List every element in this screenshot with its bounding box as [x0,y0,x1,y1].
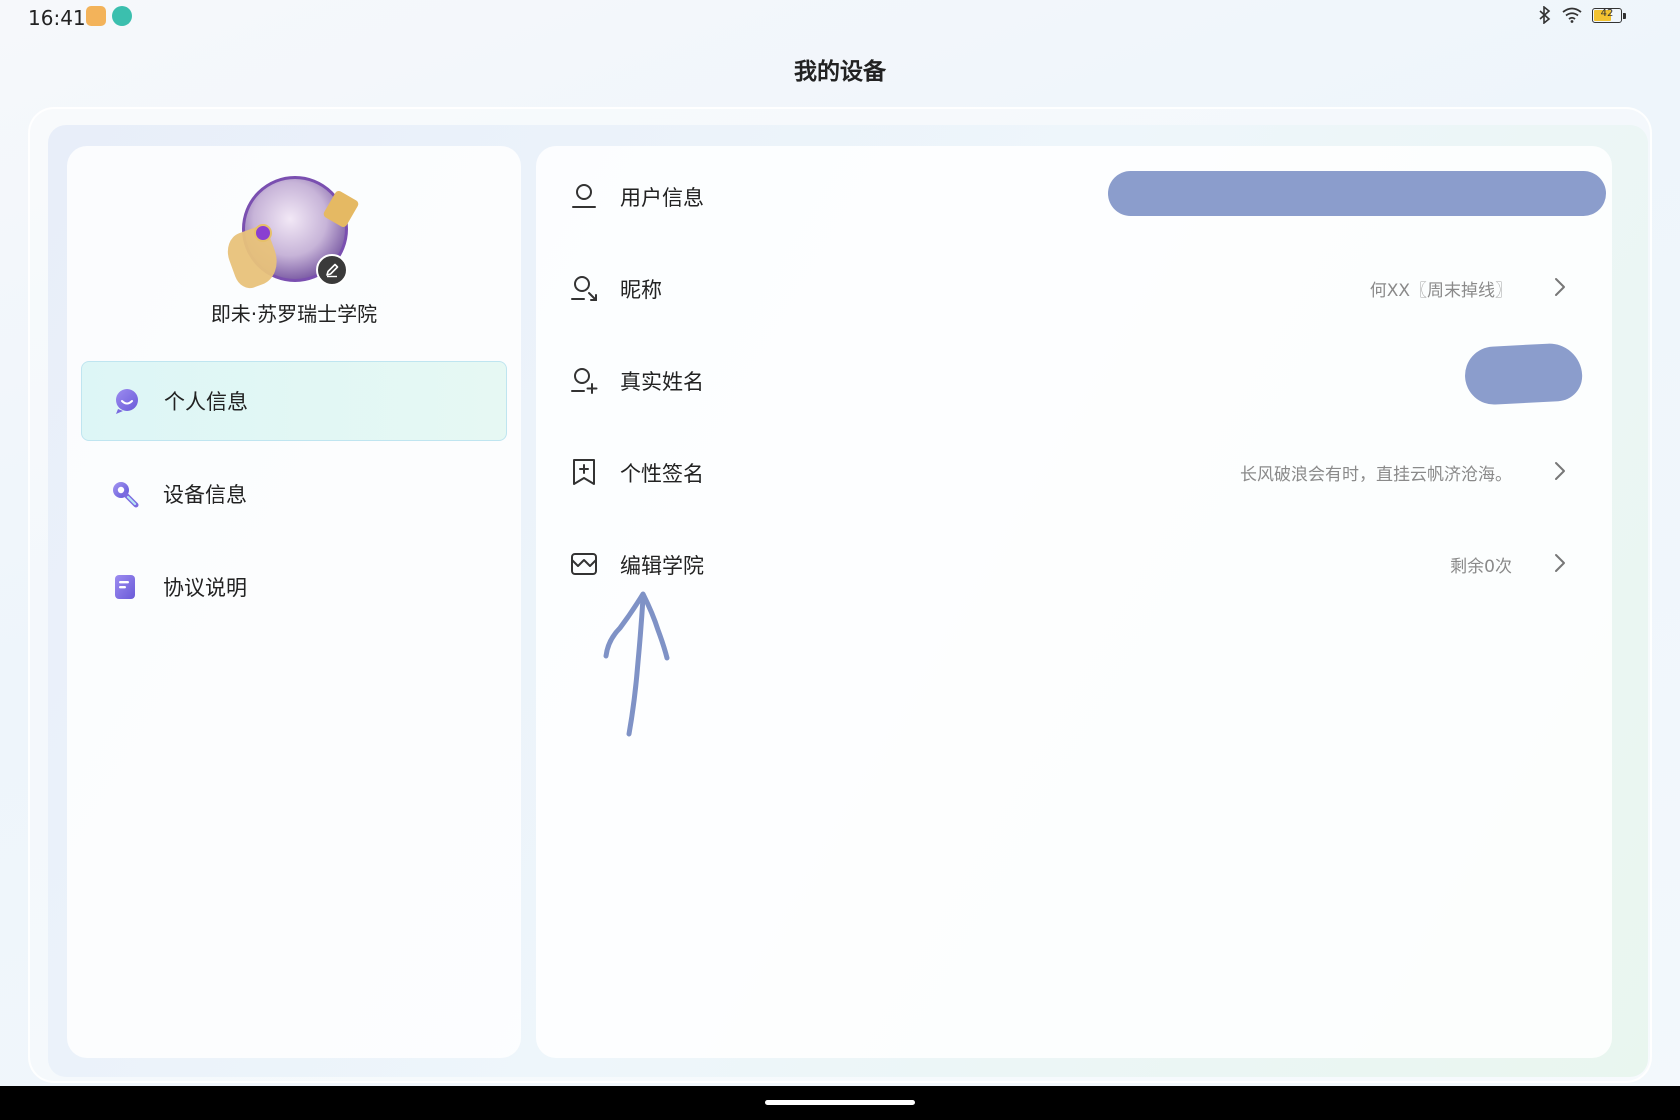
row-nickname[interactable]: 昵称 何XX〖周末掉线〗 [536,241,1612,333]
navigation-bar [0,1086,1680,1120]
wrench-icon [113,482,139,508]
system-icons: 42 [1538,6,1626,24]
notification-app-icon [86,6,106,26]
status-time: 16:41 [28,6,86,30]
chevron-right-icon [1555,462,1565,480]
home-indicator[interactable] [765,1100,915,1105]
notification-app-icon [112,6,132,26]
sidebar-item-label: 个人信息 [164,390,248,414]
chat-bubble-icon [116,389,138,414]
row-real-name[interactable]: 真实姓名 [536,333,1612,425]
status-bar: 16:41 42 [0,0,1680,36]
user-icon [572,184,596,208]
wifi-icon [1562,7,1582,23]
redacted-real-name [1463,341,1584,407]
user-edit-icon [571,276,597,301]
battery-icon: 42 [1592,7,1626,23]
bluetooth-icon [1539,6,1551,24]
sidebar-item-device-info[interactable]: 设备信息 [81,454,507,534]
academy-remaining-value: 剩余0次 [1450,557,1512,577]
academy-icon [571,553,597,575]
row-signature[interactable]: 个性签名 长风破浪会有时，直挂云帆济沧海。 [536,425,1612,517]
profile-name: 即未·苏罗瑞士学院 [210,302,378,326]
row-label: 真实姓名 [620,370,704,394]
sidebar-item-agreement[interactable]: 协议说明 [81,547,507,627]
edit-avatar-button[interactable] [316,254,348,286]
row-label: 昵称 [620,278,662,302]
signature-value: 长风破浪会有时，直挂云帆济沧海。 [1240,465,1512,485]
chevron-right-icon [1555,278,1565,296]
nickname-value: 何XX〖周末掉线〗 [1369,281,1512,301]
page-title: 我的设备 [794,59,886,85]
sidebar-item-personal-info[interactable]: 个人信息 [81,361,507,441]
document-icon [115,575,135,599]
user-add-icon [571,368,598,394]
row-edit-academy[interactable]: 编辑学院 剩余0次 [536,517,1612,609]
row-label: 个性签名 [620,462,704,486]
battery-level: 42 [1600,7,1614,19]
row-label: 编辑学院 [620,554,704,578]
signature-icon [573,459,595,485]
row-label: 用户信息 [620,186,704,210]
avatar-decoration [254,224,272,242]
redacted-user-info [1108,171,1606,216]
annotation-arrow [603,591,670,737]
pencil-icon [326,263,339,278]
sidebar-item-label: 协议说明 [163,576,247,600]
chevron-right-icon [1555,554,1565,572]
sidebar-item-label: 设备信息 [163,483,247,507]
